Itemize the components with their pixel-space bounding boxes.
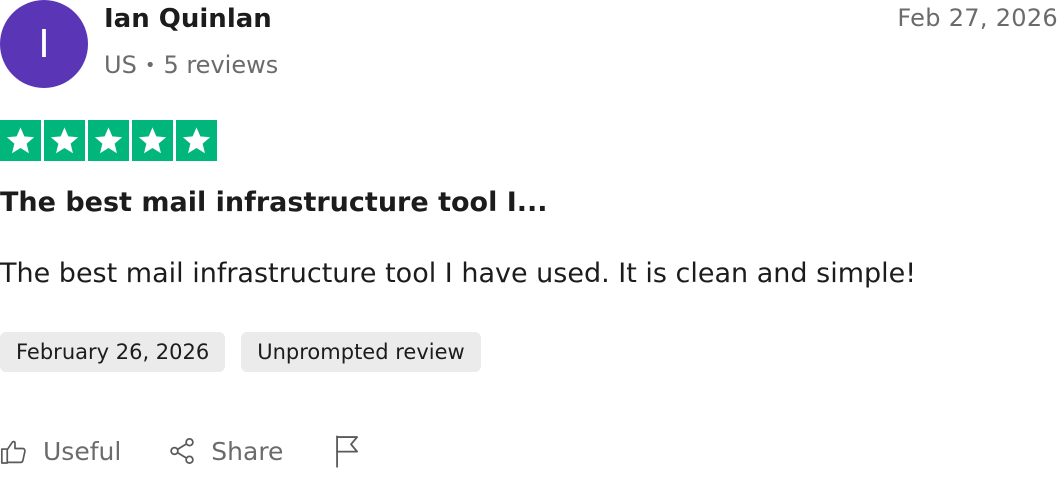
share-icon [167,436,197,466]
review-title[interactable]: The best mail infrastructure tool I... [0,187,548,218]
review-tags: February 26, 2026 Unprompted review [0,332,481,372]
reviewer-review-count: 5 reviews [163,51,279,79]
unprompted-review-tag[interactable]: Unprompted review [241,332,481,372]
star-icon [44,120,85,161]
reviewer-meta: US • 5 reviews [104,51,278,79]
star-icon [176,120,217,161]
useful-label: Useful [43,436,122,466]
review-actions: Useful Share [0,430,363,472]
thumbs-up-icon [0,437,29,466]
review-body: The best mail infrastructure tool I have… [0,258,917,289]
reviewer-country: US [104,51,137,79]
report-button[interactable] [333,434,363,468]
share-button[interactable]: Share [167,436,283,466]
reviewer-name[interactable]: Ian Quinlan [104,4,272,34]
star-rating [0,120,217,161]
star-icon [88,120,129,161]
star-icon [0,120,41,161]
star-icon [132,120,173,161]
experience-date-tag: February 26, 2026 [0,332,226,372]
useful-button[interactable]: Useful [0,437,121,466]
avatar[interactable]: I [0,0,88,88]
meta-separator: • [144,54,156,76]
avatar-initial: I [38,22,50,66]
review-date: Feb 27, 2026 [897,4,1058,32]
share-label: Share [211,436,284,466]
flag-icon [333,434,363,468]
